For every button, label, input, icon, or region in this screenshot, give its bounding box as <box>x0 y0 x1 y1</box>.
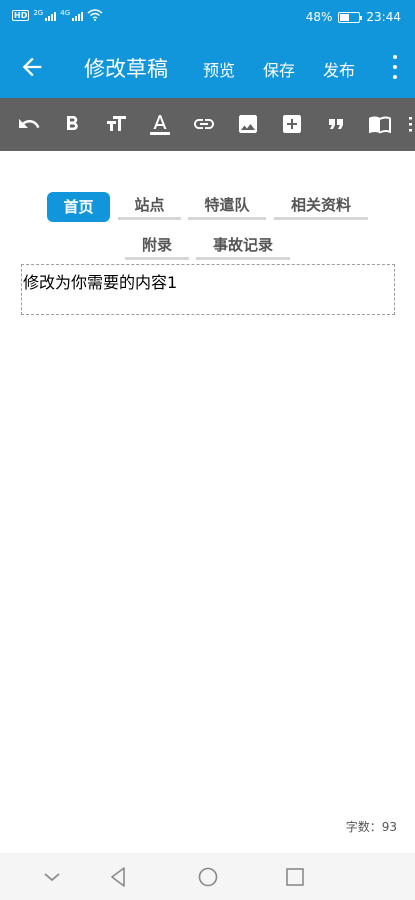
book-icon[interactable] <box>367 111 393 137</box>
recents-square-icon[interactable] <box>283 865 307 889</box>
save-button[interactable]: 保存 <box>263 57 295 81</box>
undo-icon[interactable] <box>16 111 42 137</box>
battery-fill <box>340 13 350 21</box>
tab-incident-log[interactable]: 事故记录 <box>196 230 290 260</box>
image-icon[interactable] <box>235 111 261 137</box>
status-left: HD 2G 4G <box>12 9 103 21</box>
tab-related-materials[interactable]: 相关资料 <box>274 190 368 220</box>
status-right: 48% 23:44 <box>306 10 401 24</box>
word-count: 字数：93 <box>345 820 397 834</box>
text-size-icon[interactable] <box>103 111 129 137</box>
more-icon[interactable] <box>407 111 415 137</box>
content-editor[interactable]: 修改为你需要的内容1 <box>21 264 395 315</box>
home-circle-icon[interactable] <box>196 865 220 889</box>
back-arrow-icon[interactable] <box>18 53 46 81</box>
text-color-icon[interactable] <box>147 111 173 137</box>
quote-icon[interactable] <box>323 111 349 137</box>
page-title: 修改草稿 <box>84 57 168 81</box>
link-icon[interactable] <box>191 111 217 137</box>
battery-icon <box>338 11 363 23</box>
format-toolbar <box>0 98 415 151</box>
preview-button[interactable]: 预览 <box>203 57 235 81</box>
more-vert-icon[interactable] <box>391 55 399 79</box>
clock: 23:44 <box>366 10 401 24</box>
hd-badge: HD <box>12 9 30 21</box>
network-type-label: 2G <box>33 9 44 17</box>
battery-percent: 48% <box>305 10 333 24</box>
tab-home[interactable]: 首页 <box>47 192 110 222</box>
bold-icon[interactable] <box>59 111 85 137</box>
wifi-icon <box>87 9 103 21</box>
publish-button[interactable]: 发布 <box>323 57 355 81</box>
signal-icon <box>45 10 57 21</box>
tab-task-force[interactable]: 特遣队 <box>188 190 266 220</box>
add-box-icon[interactable] <box>279 111 305 137</box>
back-triangle-icon[interactable] <box>106 865 130 889</box>
system-nav-bar <box>0 853 415 900</box>
status-bar: HD 2G 4G 48% 23:44 <box>0 0 415 35</box>
signal-icon-2 <box>72 10 84 21</box>
chevron-down-icon[interactable] <box>40 865 64 889</box>
tab-appendix[interactable]: 附录 <box>125 230 189 260</box>
tab-site[interactable]: 站点 <box>118 190 181 220</box>
app-bar: 修改草稿 预览 保存 发布 <box>0 35 415 98</box>
network-type-label-2: 4G <box>60 9 71 17</box>
